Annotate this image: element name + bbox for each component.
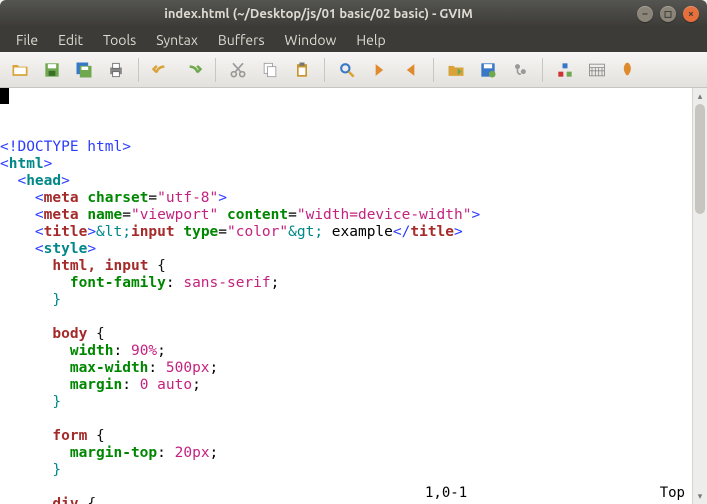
menu-help[interactable]: Help (346, 30, 395, 50)
print-icon[interactable] (102, 56, 130, 84)
run-script-icon[interactable] (506, 56, 534, 84)
cut-icon[interactable] (224, 56, 252, 84)
save-all-icon[interactable] (70, 56, 98, 84)
code-line: margin-top: 20px; (0, 445, 692, 462)
shell-icon[interactable] (583, 56, 611, 84)
code-line: <html> (0, 156, 692, 173)
make-icon[interactable] (551, 56, 579, 84)
menu-buffers[interactable]: Buffers (208, 30, 275, 50)
menu-bar: FileEditToolsSyntaxBuffersWindowHelp (0, 27, 707, 52)
code-line: font-family: sans-serif; (0, 275, 692, 292)
tags-icon[interactable] (615, 56, 643, 84)
vertical-scrollbar[interactable]: ▴ ▾ (692, 88, 707, 504)
text-cursor (0, 88, 9, 104)
minimize-button[interactable]: – (637, 6, 653, 22)
code-line (0, 309, 692, 326)
code-line: <head> (0, 173, 692, 190)
save-session-icon[interactable] (474, 56, 502, 84)
menu-file[interactable]: File (6, 30, 48, 50)
window-controls: – ◻ × (637, 6, 699, 22)
window-title: index.html (~/Desktop/js/01 basic/02 bas… (0, 7, 637, 21)
code-line (0, 411, 692, 428)
close-button[interactable]: × (683, 6, 699, 22)
toolbar-separator (433, 58, 434, 82)
scrollbar-track[interactable] (693, 104, 707, 488)
editor-area: <!DOCTYPE html><html> <head> <meta chars… (0, 88, 707, 504)
code-line: } (0, 292, 692, 309)
code-line: <title>&lt;input type="color"&gt; exampl… (0, 224, 692, 241)
maximize-button[interactable]: ◻ (660, 6, 676, 22)
toolbar-separator (542, 58, 543, 82)
scroll-up-button[interactable]: ▴ (693, 88, 707, 104)
menu-edit[interactable]: Edit (48, 30, 93, 50)
toolbar-separator (138, 58, 139, 82)
find-next-icon[interactable] (365, 56, 393, 84)
menu-tools[interactable]: Tools (93, 30, 146, 50)
code-line: <style> (0, 241, 692, 258)
code-line: margin: 0 auto; (0, 377, 692, 394)
scroll-indicator: Top (660, 485, 685, 501)
cursor-position: 1,0-1 (425, 485, 660, 501)
code-line: body { (0, 326, 692, 343)
code-line: max-width: 500px; (0, 360, 692, 377)
code-editor[interactable]: <!DOCTYPE html><html> <head> <meta chars… (0, 88, 692, 504)
scroll-down-button[interactable]: ▾ (693, 488, 707, 504)
code-line: width: 90%; (0, 343, 692, 360)
code-line: } (0, 462, 692, 479)
scrollbar-thumb[interactable] (695, 104, 705, 214)
toolbar (0, 52, 707, 88)
code-line: } (0, 394, 692, 411)
code-line: <meta charset="utf-8"> (0, 190, 692, 207)
toolbar-separator (324, 58, 325, 82)
find-replace-icon[interactable] (333, 56, 361, 84)
window-titlebar: index.html (~/Desktop/js/01 basic/02 bas… (0, 0, 707, 27)
menu-window[interactable]: Window (275, 30, 347, 50)
load-session-icon[interactable] (442, 56, 470, 84)
toolbar-separator (215, 58, 216, 82)
save-icon[interactable] (38, 56, 66, 84)
find-prev-icon[interactable] (397, 56, 425, 84)
open-file-icon[interactable] (6, 56, 34, 84)
code-line: html, input { (0, 258, 692, 275)
redo-icon[interactable] (179, 56, 207, 84)
code-line: form { (0, 428, 692, 445)
code-line: <meta name="viewport" content="width=dev… (0, 207, 692, 224)
status-bar: 1,0-1 Top (425, 485, 685, 501)
menu-syntax[interactable]: Syntax (146, 30, 208, 50)
paste-icon[interactable] (288, 56, 316, 84)
code-line: <!DOCTYPE html> (0, 139, 692, 156)
copy-icon[interactable] (256, 56, 284, 84)
undo-icon[interactable] (147, 56, 175, 84)
